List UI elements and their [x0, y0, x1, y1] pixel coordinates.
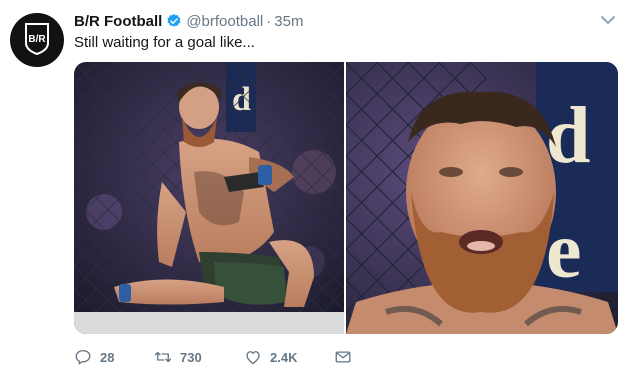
separator-dot: ·: [266, 12, 272, 30]
bleacher-report-logo: B/R: [25, 23, 49, 55]
envelope-icon: [335, 351, 351, 363]
heart-icon: [246, 351, 260, 365]
svg-text:B/R: B/R: [28, 34, 46, 45]
display-name[interactable]: B/R Football: [74, 13, 162, 30]
tweet-photo-left[interactable]: d: [74, 62, 344, 334]
tweet-photo-right[interactable]: d e: [346, 62, 618, 334]
reply-icon: [75, 349, 91, 365]
user-handle[interactable]: @brfootball: [186, 13, 263, 30]
avatar[interactable]: B/R: [10, 13, 64, 67]
fighter-closeup-image: d e: [346, 62, 618, 334]
like-count: 2.4K: [270, 349, 298, 365]
reply-count: 28: [100, 349, 115, 365]
tweet-media[interactable]: d e: [74, 62, 618, 334]
verified-badge-icon: [167, 14, 181, 27]
tweet-card[interactable]: B/R B/R Football @brfootball · 35m Still…: [0, 0, 630, 376]
tweet-header: B/R Football @brfootball · 35m: [74, 10, 303, 32]
tweet-text: Still waiting for a goal like...: [74, 34, 255, 51]
fighter-sitting-image: d: [74, 62, 344, 334]
tweet-actions: 28 730 2.4K: [74, 346, 352, 368]
like-button[interactable]: 2.4K: [244, 348, 334, 366]
direct-message-button[interactable]: [334, 348, 352, 366]
retweet-button[interactable]: 730: [154, 348, 244, 366]
retweet-icon: [154, 351, 172, 363]
retweet-count: 730: [180, 349, 202, 365]
timestamp[interactable]: 35m: [274, 13, 303, 30]
reply-button[interactable]: 28: [74, 348, 154, 366]
chevron-down-icon[interactable]: [600, 14, 616, 26]
